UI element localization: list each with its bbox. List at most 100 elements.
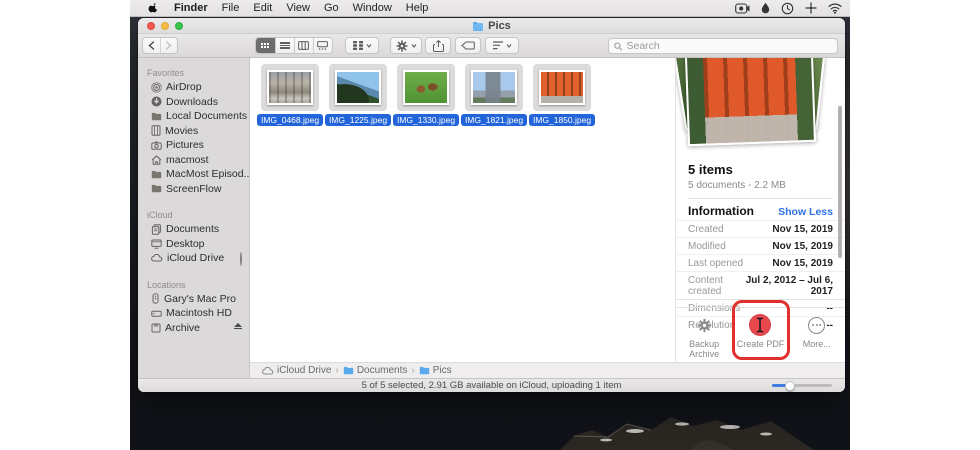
- breadcrumb-icloud-drive[interactable]: iCloud Drive: [262, 365, 331, 376]
- title-bar[interactable]: Pics: [138, 18, 845, 34]
- create-pdf-action[interactable]: Create PDF: [732, 308, 788, 362]
- apple-menu-icon[interactable]: [148, 2, 160, 15]
- menu-app-name[interactable]: Finder: [174, 2, 208, 14]
- toolbar: [138, 34, 845, 58]
- downloads-icon: [151, 96, 162, 107]
- sidebar-item-macintosh-hd[interactable]: Macintosh HD: [138, 306, 249, 321]
- menu-item-go[interactable]: Go: [324, 2, 339, 14]
- window-title: Pics: [488, 19, 511, 32]
- show-less-link[interactable]: Show Less: [778, 206, 833, 218]
- folder-icon: [419, 366, 429, 375]
- sidebar-item-airdrop[interactable]: AirDrop: [138, 80, 249, 95]
- action-menu-button[interactable]: [390, 37, 422, 54]
- screenshot-stage: Finder File Edit View Go Window Help Pic…: [0, 0, 980, 450]
- sidebar-item-garys-mac-pro[interactable]: Gary's Mac Pro: [138, 292, 249, 307]
- sidebar-item-desktop[interactable]: Desktop: [138, 237, 249, 252]
- sidebar-item-macmost-episodes[interactable]: MacMost Episod...: [138, 167, 249, 182]
- menu-item-edit[interactable]: Edit: [253, 2, 272, 14]
- folder-icon: [151, 112, 162, 121]
- breadcrumb-pics[interactable]: Pics: [419, 365, 452, 376]
- home-icon: [151, 155, 162, 165]
- eject-icon[interactable]: [234, 322, 242, 329]
- info-row-created: Created Nov 15, 2019: [676, 220, 845, 237]
- documents-icon: [151, 224, 161, 235]
- breadcrumb-separator: [411, 365, 414, 376]
- photo-thumbnail-animals: [403, 70, 449, 105]
- sidebar-item-downloads[interactable]: Downloads: [138, 95, 249, 110]
- icon-size-slider[interactable]: [772, 380, 832, 391]
- camera-icon: [151, 141, 162, 150]
- nav-buttons: [142, 37, 178, 54]
- sidebar-item-macmost[interactable]: macmost: [138, 153, 249, 168]
- tag-button[interactable]: [455, 37, 481, 54]
- back-button[interactable]: [143, 38, 160, 53]
- column-view-button[interactable]: [293, 38, 313, 53]
- icon-view-button[interactable]: [256, 38, 275, 53]
- slider-knob[interactable]: [785, 380, 795, 391]
- menu-item-window[interactable]: Window: [353, 2, 392, 14]
- sidebar-item-documents[interactable]: Documents: [138, 222, 249, 237]
- screen-capture-area: Finder File Edit View Go Window Help Pic…: [130, 0, 850, 450]
- cloud-icon: [262, 366, 274, 374]
- sidebar: Favorites AirDrop Downloads Local Docume…: [138, 58, 250, 378]
- file-name-badge: IMG_0468.jpeg: [256, 114, 324, 126]
- sidebar-section-icloud: iCloud: [147, 210, 173, 220]
- selection-photo-stack: [676, 58, 845, 158]
- share-button[interactable]: [425, 37, 451, 54]
- folder-icon: [151, 170, 162, 179]
- icloud-sync-progress-icon: [240, 252, 242, 266]
- time-machine-icon[interactable]: [781, 2, 794, 15]
- more-ellipsis-icon: [808, 314, 826, 336]
- screen-recording-icon[interactable]: [735, 2, 750, 14]
- file-item[interactable]: IMG_0468.jpeg: [256, 64, 324, 126]
- file-name-badge: IMG_1225.jpeg: [324, 114, 392, 126]
- sidebar-item-movies[interactable]: Movies: [138, 124, 249, 139]
- menu-item-view[interactable]: View: [286, 2, 310, 14]
- sidebar-section-locations: Locations: [147, 279, 186, 290]
- sidebar-item-screenflow[interactable]: ScreenFlow: [138, 182, 249, 197]
- droplet-icon[interactable]: [761, 2, 770, 14]
- sidebar-item-local-documents[interactable]: Local Documents: [138, 109, 249, 124]
- location-icon[interactable]: [805, 2, 817, 14]
- cloud-icon: [151, 254, 163, 262]
- disk-icon: [151, 323, 161, 333]
- file-icon-view[interactable]: IMG_0468.jpeg IMG_1225.jpeg IMG_1330.jpe…: [250, 58, 675, 362]
- menu-bar: Finder File Edit View Go Window Help: [130, 0, 850, 17]
- file-item[interactable]: IMG_1821.jpeg: [460, 64, 528, 126]
- gear-icon: [697, 314, 712, 336]
- forward-button[interactable]: [159, 38, 177, 53]
- file-name-badge: IMG_1821.jpeg: [460, 114, 528, 126]
- info-row-content-created: Content created Jul 2, 2012 – Jul 6, 2017: [676, 271, 845, 299]
- photo-thumbnail-coast: [335, 70, 381, 105]
- selection-count: 5 items: [688, 162, 733, 177]
- info-row-last-opened: Last opened Nov 15, 2019: [676, 254, 845, 271]
- preview-scrollbar[interactable]: [838, 106, 842, 258]
- gallery-view-button[interactable]: [312, 38, 332, 53]
- sidebar-item-pictures[interactable]: Pictures: [138, 138, 249, 153]
- backup-archive-action[interactable]: Backup Archive: [676, 308, 732, 362]
- information-heading: Information: [688, 204, 754, 218]
- menu-item-file[interactable]: File: [222, 2, 240, 14]
- photo-thumbnail-castle: [471, 70, 517, 105]
- finder-window: Pics Search Favorites AirDrop Downloads …: [138, 18, 845, 392]
- folder-icon: [473, 21, 484, 31]
- desktop-icon: [151, 239, 162, 249]
- status-bar: 5 of 5 selected, 2.91 GB available on iC…: [138, 378, 845, 392]
- create-pdf-icon: [749, 314, 772, 336]
- list-view-button[interactable]: [274, 38, 294, 53]
- sidebar-item-archive[interactable]: Archive: [138, 321, 249, 336]
- sort-group-button[interactable]: [485, 37, 519, 54]
- folder-icon: [343, 366, 354, 375]
- search-input[interactable]: [626, 40, 832, 52]
- wifi-icon[interactable]: [828, 3, 842, 14]
- sidebar-section-favorites: Favorites: [147, 68, 185, 78]
- file-item[interactable]: IMG_1850.jpeg: [528, 64, 596, 126]
- file-item[interactable]: IMG_1225.jpeg: [324, 64, 392, 126]
- file-item[interactable]: IMG_1330.jpeg: [392, 64, 460, 126]
- menu-item-help[interactable]: Help: [406, 2, 429, 14]
- group-button[interactable]: [345, 37, 379, 54]
- sidebar-item-icloud-drive[interactable]: iCloud Drive: [138, 251, 249, 266]
- search-field[interactable]: [608, 38, 838, 54]
- more-actions[interactable]: More...: [789, 308, 845, 362]
- breadcrumb-documents[interactable]: Documents: [343, 365, 407, 376]
